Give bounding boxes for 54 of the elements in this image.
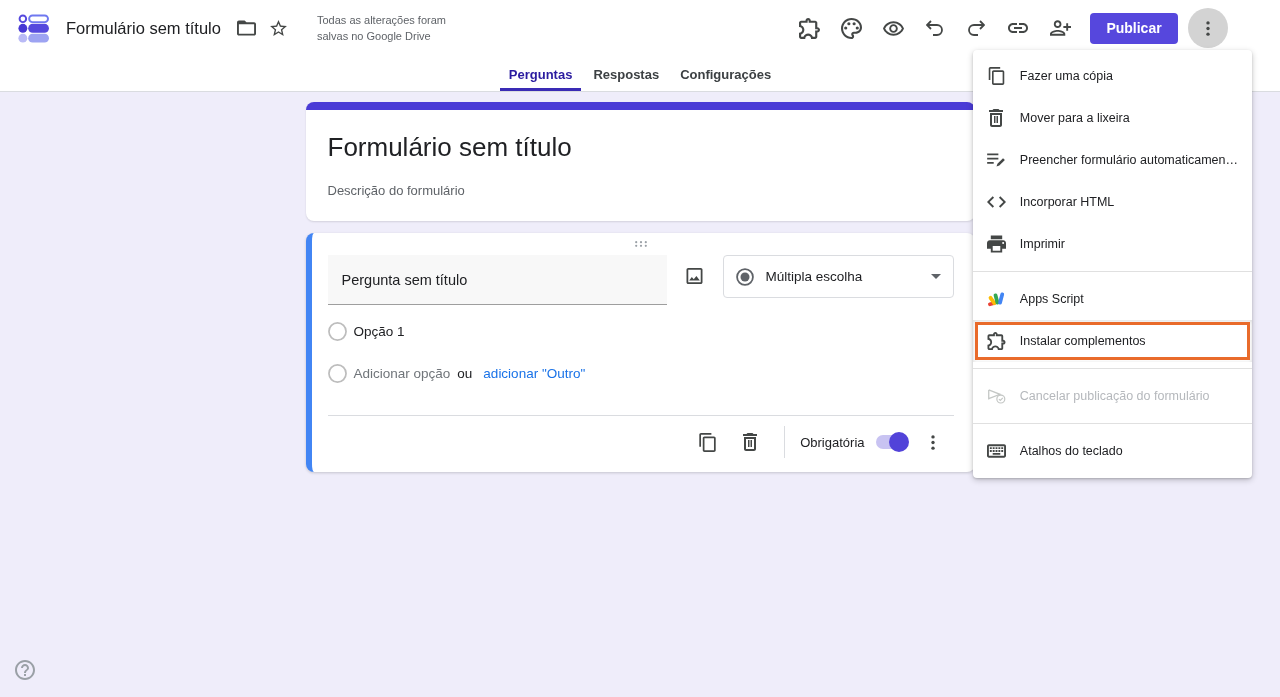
more-vertical-icon [930,434,935,450]
link-icon [1008,23,1029,33]
menu-item[interactable]: Fazer uma cópia [972,55,1252,97]
trash-icon [743,433,758,451]
question-title-field[interactable]: Pergunta sem título [327,255,667,305]
menu-item[interactable]: Preencher formulário automaticamen… [972,139,1252,181]
menu-item[interactable]: Mover para a lixeira [972,97,1252,139]
document-title[interactable]: Formulário sem título [66,18,221,38]
menu-item[interactable]: Instalar complementos [972,320,1252,362]
keyboard-icon [986,444,1006,458]
palette-icon [841,17,863,39]
puzzle-piece-icon [799,17,821,39]
publish-button[interactable]: Publicar [1090,12,1178,44]
option-radio-icon [327,321,347,341]
menu-item[interactable]: Atalhos do teclado [972,430,1252,472]
caret-down-icon [930,274,941,279]
menu-item[interactable]: Apps Script [972,278,1252,320]
menu-item[interactable]: Incorporar HTML [972,181,1252,223]
required-switch[interactable] [875,432,910,452]
copy-icon [986,67,1006,85]
add-other-link[interactable]: adicionar "Outro" [483,365,586,381]
question-type-dropdown[interactable]: Múltipla escolha [722,255,954,298]
radio-selected-icon [735,267,754,286]
redo-icon [968,20,986,36]
puzzle-piece-icon [986,332,1006,350]
tab[interactable]: Perguntas [499,56,582,91]
flag-check-icon [986,387,1006,405]
add-person-icon [1049,20,1071,36]
eye-icon [882,20,904,36]
lines-pencil-icon [986,153,1006,167]
menu-item[interactable]: Imprimir [972,223,1252,265]
star-icon [269,20,289,36]
add-option-text[interactable]: Adicionar opção [353,365,451,381]
required-label: Obrigatória [800,434,865,450]
folder-icon [237,20,257,36]
colorful-fan-icon [986,291,1006,307]
tab[interactable]: Configurações [671,56,781,91]
copy-icon [698,432,716,452]
trash-icon [989,109,1004,127]
code-brackets-icon [986,196,1006,208]
printer-icon [986,235,1006,253]
form-title[interactable]: Formulário sem título [327,129,953,165]
option-label[interactable]: Opção 1 [353,323,405,339]
or-text: ou [457,365,473,381]
drag-handle-icon[interactable] [634,241,647,247]
tab[interactable]: Respostas [584,56,669,91]
image-icon [686,268,703,284]
help-icon [15,660,35,680]
save-status-text: Todas as alterações foram salvas no Google Drive [316,13,447,44]
undo-icon [926,20,944,36]
option-radio-icon [327,363,347,383]
description-field[interactable]: Descrição do formulário [327,180,953,200]
more-vertical-icon [1206,20,1210,36]
forms-logo[interactable] [18,13,49,43]
